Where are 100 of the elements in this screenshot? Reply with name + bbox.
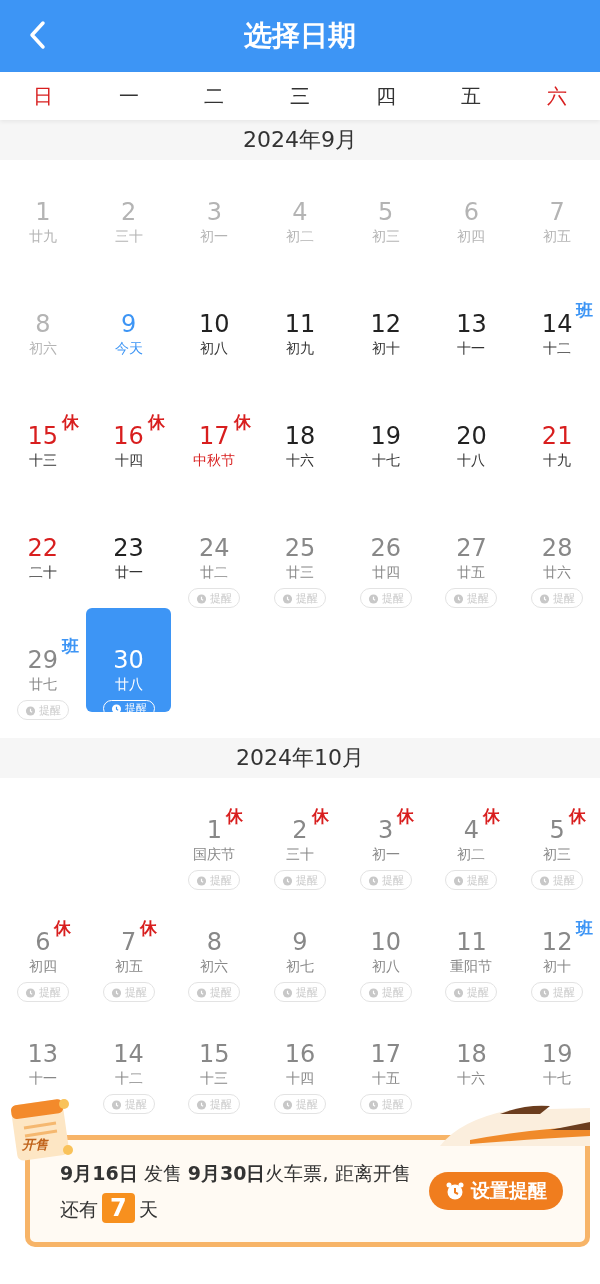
day-number: 4	[463, 816, 480, 844]
lunar-date: 今天	[114, 339, 143, 358]
day-number: 12	[370, 310, 401, 338]
date-cell[interactable]: 20 十八	[428, 410, 515, 476]
holiday-tag: 休	[568, 806, 586, 826]
date-cell[interactable]: 2 三十	[85, 186, 172, 252]
holiday-tag: 休	[397, 806, 415, 826]
lunar-date: 十二	[543, 339, 572, 358]
date-cell[interactable]: 13 十一	[428, 298, 515, 364]
day-number: 10	[370, 928, 401, 956]
date-cell[interactable]: 8 初六	[0, 298, 86, 364]
date-cell[interactable]: 1 廿九	[0, 186, 86, 252]
date-cell[interactable]: 4 初二	[257, 186, 343, 252]
day-number: 17	[370, 1040, 401, 1068]
lunar-date: 初三	[543, 845, 572, 864]
lunar-date: 十三	[28, 451, 57, 470]
day-number: 29	[27, 646, 59, 674]
lunar-date: 十八	[457, 451, 486, 470]
lunar-date: 十九	[543, 451, 572, 470]
lunar-date: 廿五	[457, 563, 486, 582]
alarm-clock-icon	[24, 704, 36, 716]
holiday-tag: 休	[62, 412, 80, 432]
date-cell[interactable]: 3 初一	[171, 186, 258, 252]
lunar-date: 十三	[200, 1069, 229, 1088]
alarm-clock-icon	[453, 874, 465, 886]
day-number: 28	[541, 534, 573, 562]
day-number: 19	[370, 422, 401, 450]
date-cell[interactable]: 21 十九	[514, 410, 600, 476]
day-number: 17	[199, 422, 230, 450]
weekday-label: 三	[290, 82, 310, 110]
date-cell[interactable]: 18 十六	[257, 410, 343, 476]
lunar-date: 三十	[286, 845, 314, 864]
lunar-date: 廿一	[114, 563, 143, 582]
weekday-label: 日	[32, 82, 53, 110]
sticker-label: 开售	[22, 1136, 48, 1154]
lunar-date: 十四	[286, 1069, 314, 1088]
month-title: 2024年9月	[243, 126, 357, 154]
date-cell[interactable]: 11 初九	[257, 298, 343, 364]
alarm-clock-icon	[453, 986, 465, 998]
date-cell[interactable]: 19 十七	[342, 410, 429, 476]
date-cell[interactable]: 5 初三	[342, 186, 429, 252]
date-cell[interactable]: 19 十七	[514, 1028, 600, 1094]
day-number: 14	[541, 310, 573, 338]
day-number: 1	[206, 816, 222, 844]
back-icon[interactable]	[28, 20, 48, 50]
lunar-date: 初七	[286, 957, 314, 976]
day-number: 16	[113, 422, 144, 450]
set-reminder-button[interactable]: 设置提醒	[429, 1172, 563, 1210]
lunar-date: 初五	[543, 227, 572, 246]
day-number: 6	[35, 928, 51, 956]
date-cell[interactable]: 13 十一	[0, 1028, 86, 1094]
sale-notice-text: 9月16日 发售 9月30日火车票, 距离开售还有 7 天	[60, 1161, 412, 1225]
date-cell[interactable]: 9 今天	[85, 298, 172, 364]
lunar-date: 中秋节	[193, 451, 236, 470]
weekday-label: 四	[375, 82, 396, 110]
page-title: 选择日期	[244, 18, 356, 54]
day-number: 30	[113, 646, 144, 674]
date-cell[interactable]: 10 初八	[171, 298, 258, 364]
date-cell[interactable]: 6 初四	[428, 186, 515, 252]
weekday-label: 二	[204, 82, 225, 110]
alarm-clock-icon	[196, 592, 208, 604]
holiday-tag: 休	[54, 918, 72, 938]
date-cell[interactable]: 22 二十	[0, 522, 86, 588]
holiday-tag: 休	[140, 918, 158, 938]
day-number: 11	[456, 928, 487, 956]
day-number: 11	[284, 310, 316, 338]
lunar-date: 廿八	[114, 675, 143, 694]
day-number: 1	[35, 198, 51, 226]
day-number: 22	[27, 534, 59, 562]
date-cell[interactable]: 23 廿一	[85, 522, 172, 588]
holiday-tag: 休	[483, 806, 501, 826]
day-number: 21	[541, 422, 573, 450]
day-number: 14	[113, 1040, 144, 1068]
lunar-date: 十二	[114, 1069, 143, 1088]
date-cell[interactable]: 18 十六	[428, 1028, 515, 1094]
lunar-date: 二十	[28, 563, 57, 582]
alarm-clock-icon	[445, 1181, 465, 1201]
lunar-date: 十六	[457, 1069, 486, 1088]
lunar-date: 廿二	[200, 563, 229, 582]
day-number: 2	[292, 816, 308, 844]
alarm-clock-icon	[453, 592, 465, 604]
lunar-date: 初八	[200, 339, 229, 358]
day-number: 18	[456, 1040, 487, 1068]
date-cell[interactable]: 12 初十	[342, 298, 429, 364]
day-number: 3	[206, 198, 222, 226]
holiday-tag: 班	[576, 300, 594, 320]
month-title: 2024年10月	[236, 744, 364, 772]
lunar-date: 初四	[457, 227, 486, 246]
lunar-date: 廿六	[543, 563, 572, 582]
day-number: 27	[456, 534, 487, 562]
lunar-date: 廿四	[371, 563, 400, 582]
day-number: 10	[199, 310, 230, 338]
day-number: 23	[113, 534, 144, 562]
lunar-date: 初五	[114, 957, 143, 976]
lunar-date: 初二	[286, 227, 314, 246]
holiday-tag: 班	[576, 918, 594, 938]
day-number: 24	[199, 534, 230, 562]
day-number: 7	[549, 198, 565, 226]
date-cell[interactable]: 7 初五	[514, 186, 600, 252]
day-number: 18	[284, 422, 316, 450]
